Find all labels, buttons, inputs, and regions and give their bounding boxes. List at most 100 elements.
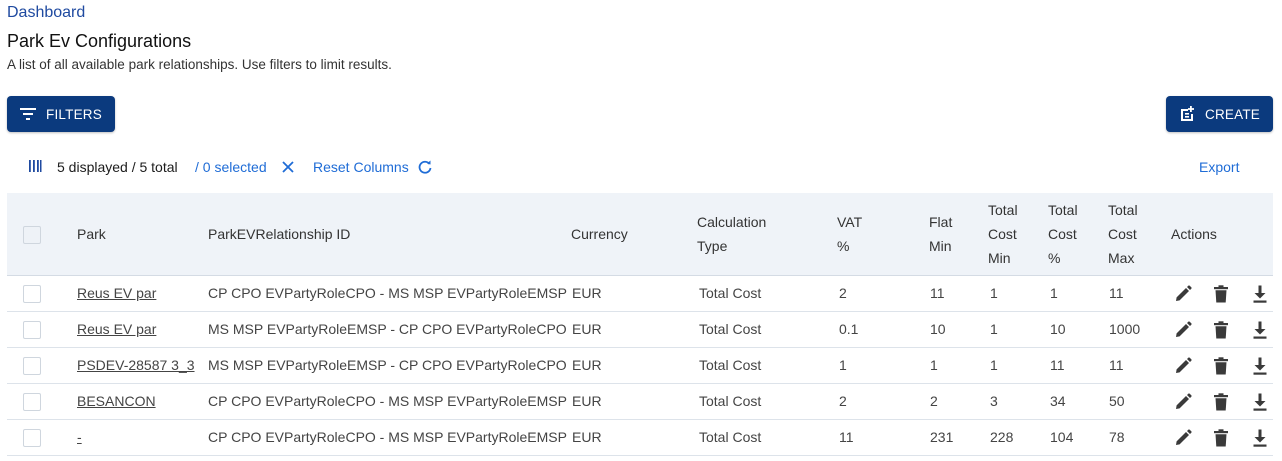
export-link[interactable]: Export bbox=[1199, 157, 1239, 177]
table-toolbar: 5 displayed / 5 total / 0 selected Reset… bbox=[28, 157, 1248, 177]
column-header-total-cost-pct[interactable]: Total Cost% bbox=[1048, 193, 1078, 275]
refresh-icon[interactable] bbox=[417, 159, 433, 175]
total-cost-pct-cell: 1 bbox=[1050, 285, 1058, 301]
total-cost-max-cell: 11 bbox=[1109, 285, 1124, 301]
table-row: BESANCON CP CPO EVPartyRoleCPO - MS MSP … bbox=[7, 384, 1273, 420]
park-link[interactable]: BESANCON bbox=[77, 384, 156, 419]
calculation-type-cell: Total Cost bbox=[699, 429, 762, 445]
page-title: Park Ev Configurations bbox=[7, 31, 192, 51]
total-cost-min-cell: 228 bbox=[990, 429, 1014, 445]
column-header-actions: Actions bbox=[1171, 226, 1217, 242]
trash-icon[interactable] bbox=[1211, 356, 1231, 376]
column-header-calculation-type[interactable]: Calculation Type bbox=[697, 193, 766, 275]
park-link[interactable]: - bbox=[77, 420, 82, 455]
select-all-checkbox[interactable] bbox=[23, 226, 41, 244]
filters-button-label: FILTERS bbox=[46, 106, 102, 122]
park-link[interactable]: Reus EV par bbox=[77, 276, 156, 311]
total-cost-min-cell: 3 bbox=[990, 393, 998, 409]
column-header-total-cost-min[interactable]: Total Cost Min bbox=[988, 193, 1018, 275]
vat-cell: 2 bbox=[839, 285, 847, 301]
download-icon[interactable] bbox=[1250, 392, 1270, 412]
page-subtitle: A list of all available park relationshi… bbox=[7, 57, 392, 72]
total-cost-max-cell: 78 bbox=[1109, 429, 1125, 445]
total-cost-max-cell: 1000 bbox=[1109, 321, 1141, 337]
currency-cell: EUR bbox=[572, 429, 602, 445]
total-cost-min-cell: 1 bbox=[990, 357, 998, 373]
relationship-id-cell: MS MSP EVPartyRoleEMSP - CP CPO EVPartyR… bbox=[208, 357, 567, 373]
calculation-type-cell: Total Cost bbox=[699, 357, 762, 373]
calculation-type-cell: Total Cost bbox=[699, 321, 762, 337]
relationship-id-cell: CP CPO EVPartyRoleCPO - MS MSP EVPartyRo… bbox=[208, 393, 567, 409]
row-checkbox[interactable] bbox=[23, 429, 41, 447]
row-checkbox[interactable] bbox=[23, 393, 41, 411]
column-header-total-cost-max[interactable]: Total Cost Max bbox=[1108, 193, 1138, 275]
currency-cell: EUR bbox=[572, 393, 602, 409]
row-checkbox[interactable] bbox=[23, 285, 41, 303]
create-button[interactable]: CREATE bbox=[1166, 96, 1273, 132]
row-checkbox[interactable] bbox=[23, 321, 41, 339]
table-row: Reus EV par MS MSP EVPartyRoleEMSP - CP … bbox=[7, 312, 1273, 348]
column-header-park[interactable]: Park bbox=[77, 193, 106, 275]
total-cost-min-cell: 1 bbox=[990, 321, 998, 337]
selected-count: / 0 selected bbox=[195, 159, 267, 175]
vat-cell: 1 bbox=[839, 357, 847, 373]
download-icon[interactable] bbox=[1250, 284, 1270, 304]
flat-min-cell: 2 bbox=[930, 393, 938, 409]
table-header: Park ParkEVRelationship ID Currency Calc… bbox=[7, 193, 1273, 276]
flat-min-cell: 10 bbox=[930, 321, 946, 337]
download-icon[interactable] bbox=[1250, 428, 1270, 448]
table-body: Reus EV par CP CPO EVPartyRoleCPO - MS M… bbox=[7, 276, 1273, 456]
pencil-icon[interactable] bbox=[1173, 284, 1193, 304]
currency-cell: EUR bbox=[572, 357, 602, 373]
pencil-icon[interactable] bbox=[1173, 392, 1193, 412]
currency-cell: EUR bbox=[572, 321, 602, 337]
breadcrumb[interactable]: Dashboard bbox=[7, 4, 85, 22]
close-icon[interactable] bbox=[281, 160, 295, 174]
flat-min-cell: 11 bbox=[930, 285, 945, 301]
filters-button[interactable]: FILTERS bbox=[7, 96, 115, 132]
column-header-vat[interactable]: VAT% bbox=[837, 193, 862, 275]
pencil-icon[interactable] bbox=[1173, 428, 1193, 448]
flat-min-cell: 1 bbox=[930, 357, 938, 373]
column-header-relationship-id[interactable]: ParkEVRelationship ID bbox=[208, 193, 350, 275]
total-cost-pct-cell: 104 bbox=[1050, 429, 1074, 445]
download-icon[interactable] bbox=[1250, 356, 1270, 376]
vat-cell: 2 bbox=[839, 393, 847, 409]
relationship-id-cell: MS MSP EVPartyRoleEMSP - CP CPO EVPartyR… bbox=[208, 321, 567, 337]
trash-icon[interactable] bbox=[1211, 284, 1231, 304]
calculation-type-cell: Total Cost bbox=[699, 285, 762, 301]
displayed-count: 5 displayed / 5 total bbox=[57, 159, 178, 175]
table-row: - CP CPO EVPartyRoleCPO - MS MSP EVParty… bbox=[7, 420, 1273, 456]
relationship-id-cell: CP CPO EVPartyRoleCPO - MS MSP EVPartyRo… bbox=[208, 285, 567, 301]
total-cost-pct-cell: 11 bbox=[1050, 357, 1065, 373]
vat-cell: 0.1 bbox=[839, 321, 859, 337]
column-header-currency[interactable]: Currency bbox=[571, 193, 628, 275]
add-document-icon bbox=[1181, 106, 1195, 121]
calculation-type-cell: Total Cost bbox=[699, 393, 762, 409]
reset-columns-link[interactable]: Reset Columns bbox=[313, 157, 409, 177]
relationship-id-cell: CP CPO EVPartyRoleCPO - MS MSP EVPartyRo… bbox=[208, 429, 567, 445]
park-link[interactable]: Reus EV par bbox=[77, 312, 156, 347]
flat-min-cell: 231 bbox=[930, 429, 954, 445]
park-link[interactable]: PSDEV-28587 3_3 bbox=[77, 348, 195, 383]
vat-cell: 11 bbox=[839, 429, 854, 445]
total-cost-pct-cell: 10 bbox=[1050, 321, 1066, 337]
total-cost-pct-cell: 34 bbox=[1050, 393, 1066, 409]
pencil-icon[interactable] bbox=[1173, 320, 1193, 340]
total-cost-max-cell: 50 bbox=[1109, 393, 1125, 409]
total-cost-min-cell: 1 bbox=[990, 285, 998, 301]
table-row: Reus EV par CP CPO EVPartyRoleCPO - MS M… bbox=[7, 276, 1273, 312]
download-icon[interactable] bbox=[1250, 320, 1270, 340]
pencil-icon[interactable] bbox=[1173, 356, 1193, 376]
trash-icon[interactable] bbox=[1211, 428, 1231, 448]
trash-icon[interactable] bbox=[1211, 320, 1231, 340]
table-row: PSDEV-28587 3_3 MS MSP EVPartyRoleEMSP -… bbox=[7, 348, 1273, 384]
total-cost-max-cell: 11 bbox=[1109, 357, 1124, 373]
columns-icon[interactable] bbox=[28, 159, 42, 173]
create-button-label: CREATE bbox=[1205, 106, 1260, 122]
trash-icon[interactable] bbox=[1211, 392, 1231, 412]
row-checkbox[interactable] bbox=[23, 357, 41, 375]
column-header-flat-min[interactable]: Flat Min bbox=[929, 193, 952, 275]
filter-lines-icon bbox=[20, 108, 37, 120]
configurations-table: Park ParkEVRelationship ID Currency Calc… bbox=[7, 193, 1273, 456]
